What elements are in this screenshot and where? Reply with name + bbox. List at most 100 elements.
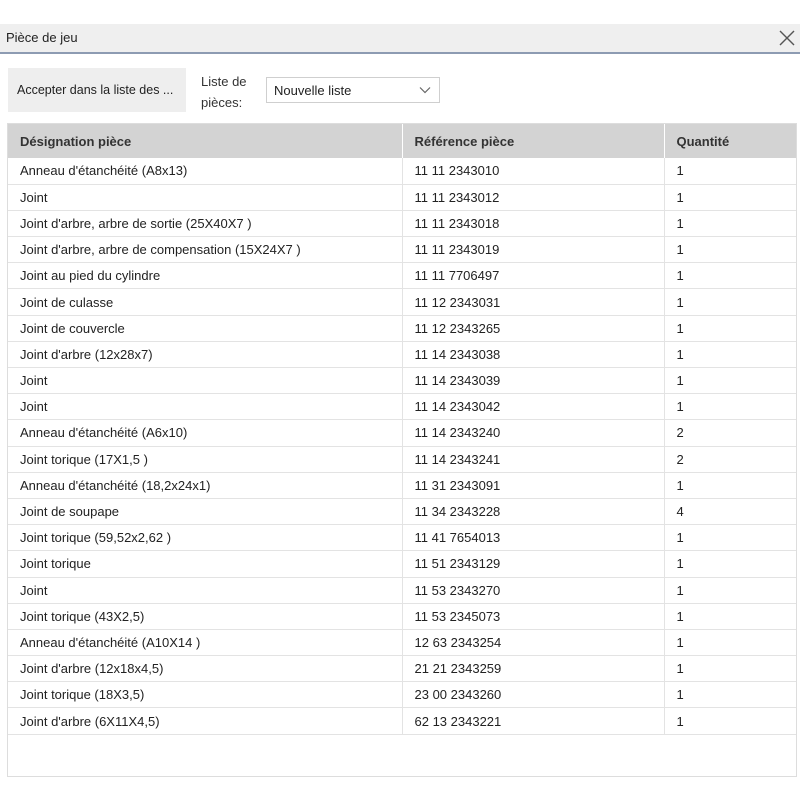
cell-designation: Joint d'arbre (12x18x4,5)	[8, 655, 403, 683]
cell-designation: Joint	[8, 393, 403, 421]
table-row[interactable]: Joint d'arbre (12x18x4,5) 21 21 2343259 1	[8, 655, 796, 683]
cell-quantity: 1	[664, 262, 796, 290]
close-icon	[779, 30, 795, 46]
column-header-designation[interactable]: Désignation pièce	[8, 124, 403, 158]
cell-reference: 11 14 2343241	[402, 446, 665, 473]
cell-reference: 21 21 2343259	[402, 655, 665, 683]
cell-designation: Joint d'arbre, arbre de compensation (15…	[8, 236, 403, 264]
cell-quantity: 1	[664, 472, 796, 499]
cell-designation: Anneau d'étanchéité (A8x13)	[8, 158, 403, 185]
cell-quantity: 1	[664, 210, 796, 238]
cell-designation: Joint de soupape	[8, 498, 403, 526]
chevron-down-icon	[419, 87, 431, 94]
cell-reference: 11 31 2343091	[402, 472, 665, 499]
cell-quantity: 1	[664, 629, 796, 657]
table-row[interactable]: Joint torique (18X3,5) 23 00 2343260 1	[8, 681, 796, 709]
table-row[interactable]: Anneau d'étanchéité (A8x13) 11 11 2343010…	[8, 158, 796, 185]
close-button[interactable]	[776, 27, 798, 49]
cell-reference: 11 11 2343010	[402, 158, 665, 185]
cell-reference: 11 11 2343012	[402, 184, 665, 211]
table-row[interactable]: Anneau d'étanchéité (A10X14 ) 12 63 23432…	[8, 629, 796, 657]
parts-list-selected-value: Nouvelle liste	[274, 83, 352, 98]
cell-quantity: 1	[664, 603, 796, 630]
table-row[interactable]: Joint de culasse 11 12 2343031 1	[8, 288, 796, 316]
cell-reference: 11 11 7706497	[402, 262, 665, 290]
cell-designation: Joint torique (59,52x2,62 )	[8, 524, 403, 552]
cell-reference: 11 53 2345073	[402, 603, 665, 630]
cell-designation: Joint	[8, 577, 403, 604]
table-row[interactable]: Anneau d'étanchéité (18,2x24x1) 11 31 234…	[8, 472, 796, 499]
table-row[interactable]: Joint d'arbre (6X11X4,5) 62 13 2343221 1	[8, 707, 796, 735]
cell-designation: Joint torique (18X3,5)	[8, 681, 403, 709]
cell-designation: Joint torique	[8, 550, 403, 578]
table-row[interactable]: Joint 11 14 2343039 1	[8, 367, 796, 395]
cell-reference: 11 41 7654013	[402, 524, 665, 552]
cell-quantity: 2	[664, 419, 796, 447]
table-row[interactable]: Joint 11 11 2343012 1	[8, 184, 796, 211]
table-row[interactable]: Joint d'arbre, arbre de sortie (25X40X7 …	[8, 210, 796, 238]
cell-quantity: 1	[664, 236, 796, 264]
cell-quantity: 1	[664, 367, 796, 395]
cell-quantity: 1	[664, 681, 796, 709]
cell-quantity: 4	[664, 498, 796, 526]
cell-quantity: 1	[664, 341, 796, 369]
cell-quantity: 2	[664, 446, 796, 473]
cell-quantity: 1	[664, 393, 796, 421]
table-body: Anneau d'étanchéité (A8x13) 11 11 2343010…	[8, 158, 796, 735]
cell-designation: Joint d'arbre, arbre de sortie (25X40X7 …	[8, 210, 403, 238]
table-row[interactable]: Joint torique 11 51 2343129 1	[8, 550, 796, 578]
cell-designation: Joint torique (17X1,5 )	[8, 446, 403, 473]
table-row[interactable]: Joint torique (59,52x2,62 ) 11 41 7654013…	[8, 524, 796, 552]
column-header-quantity[interactable]: Quantité	[664, 124, 796, 158]
cell-designation: Joint de couvercle	[8, 315, 403, 342]
parts-list-label: Liste de pièces:	[201, 74, 247, 110]
cell-reference: 11 12 2343265	[402, 315, 665, 342]
cell-reference: 11 53 2343270	[402, 577, 665, 604]
column-header-reference[interactable]: Référence pièce	[402, 124, 665, 158]
table-row[interactable]: Joint de soupape 11 34 2343228 4	[8, 498, 796, 526]
cell-designation: Joint d'arbre (12x28x7)	[8, 341, 403, 369]
accept-into-list-button[interactable]: Accepter dans la liste des ...	[8, 68, 186, 112]
table-row[interactable]: Joint au pied du cylindre 11 11 7706497 1	[8, 262, 796, 290]
cell-quantity: 1	[664, 550, 796, 578]
cell-designation: Joint de culasse	[8, 288, 403, 316]
parts-list-select[interactable]: Nouvelle liste	[266, 77, 440, 103]
table-row[interactable]: Joint d'arbre, arbre de compensation (15…	[8, 236, 796, 264]
cell-quantity: 1	[664, 158, 796, 185]
cell-reference: 11 14 2343039	[402, 367, 665, 395]
cell-designation: Joint	[8, 184, 403, 211]
cell-designation: Joint d'arbre (6X11X4,5)	[8, 707, 403, 735]
cell-reference: 11 11 2343019	[402, 236, 665, 264]
dialog-title: Pièce de jeu	[6, 30, 78, 45]
cell-quantity: 1	[664, 184, 796, 211]
table-row[interactable]: Joint d'arbre (12x28x7) 11 14 2343038 1	[8, 341, 796, 369]
cell-quantity: 1	[664, 707, 796, 735]
cell-reference: 62 13 2343221	[402, 707, 665, 735]
cell-reference: 12 63 2343254	[402, 629, 665, 657]
cell-reference: 11 14 2343042	[402, 393, 665, 421]
table-row[interactable]: Joint 11 14 2343042 1	[8, 393, 796, 421]
cell-quantity: 1	[664, 655, 796, 683]
table-row[interactable]: Joint torique (43X2,5) 11 53 2345073 1	[8, 603, 796, 630]
cell-quantity: 1	[664, 577, 796, 604]
cell-reference: 11 34 2343228	[402, 498, 665, 526]
cell-reference: 11 51 2343129	[402, 550, 665, 578]
table-row[interactable]: Anneau d'étanchéité (A6x10) 11 14 2343240…	[8, 419, 796, 447]
table-row[interactable]: Joint 11 53 2343270 1	[8, 577, 796, 604]
table-row[interactable]: Joint torique (17X1,5 ) 11 14 2343241 2	[8, 446, 796, 473]
cell-designation: Joint au pied du cylindre	[8, 262, 403, 290]
cell-designation: Anneau d'étanchéité (18,2x24x1)	[8, 472, 403, 499]
cell-designation: Joint	[8, 367, 403, 395]
cell-designation: Anneau d'étanchéité (A6x10)	[8, 419, 403, 447]
table-row[interactable]: Joint de couvercle 11 12 2343265 1	[8, 315, 796, 342]
dialog-header: Pièce de jeu	[0, 24, 800, 54]
cell-reference: 23 00 2343260	[402, 681, 665, 709]
cell-reference: 11 14 2343038	[402, 341, 665, 369]
parts-dialog: Pièce de jeu Accepter dans la liste des …	[0, 0, 800, 800]
parts-table: Désignation pièce Référence pièce Quanti…	[8, 124, 796, 735]
cell-reference: 11 12 2343031	[402, 288, 665, 316]
cell-reference: 11 11 2343018	[402, 210, 665, 238]
parts-table-container: Désignation pièce Référence pièce Quanti…	[7, 123, 797, 777]
table-header-row: Désignation pièce Référence pièce Quanti…	[8, 124, 796, 158]
cell-quantity: 1	[664, 288, 796, 316]
